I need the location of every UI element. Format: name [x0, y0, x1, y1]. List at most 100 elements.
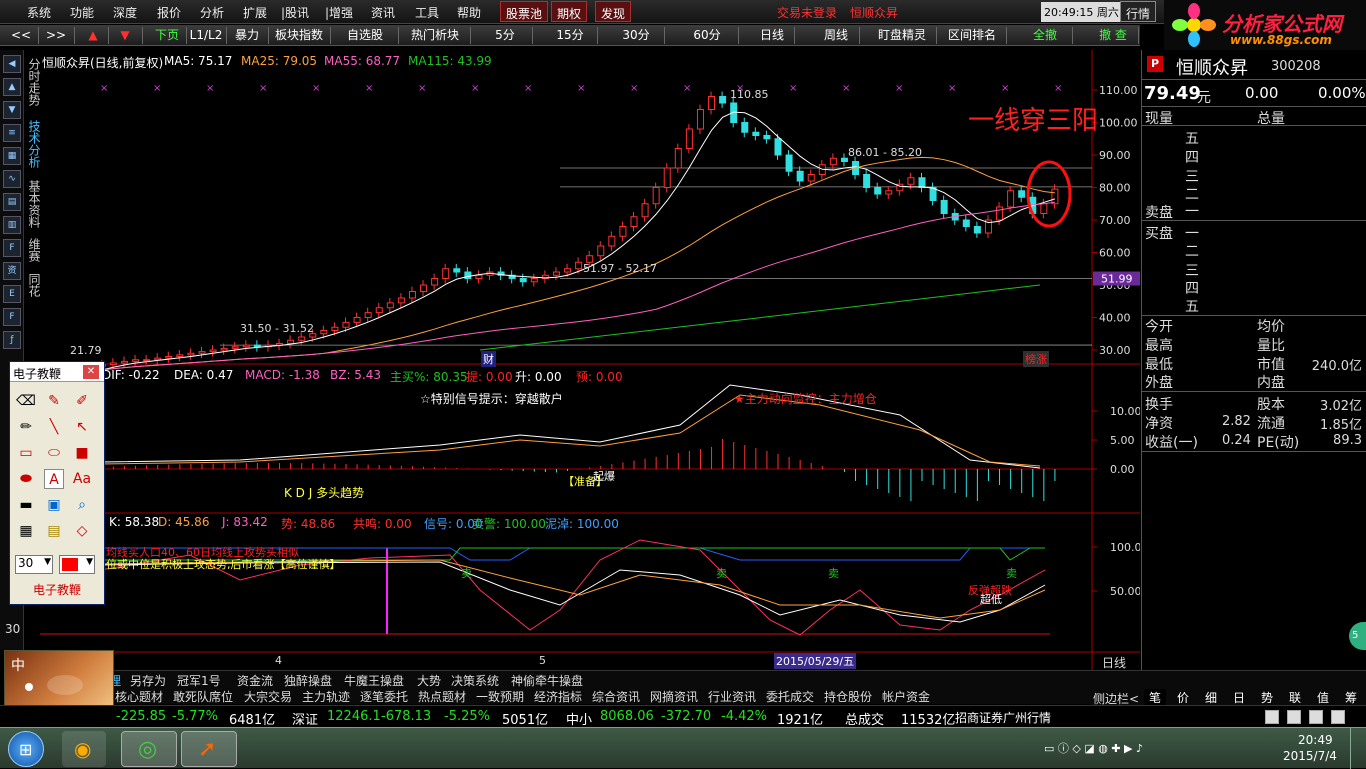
period-label[interactable]: 日线: [1102, 654, 1126, 671]
arrow-up-icon[interactable]: ▲: [3, 78, 21, 96]
chart-icon[interactable]: ≡: [3, 124, 21, 142]
taskbar-app-media[interactable]: ◉: [62, 731, 106, 767]
menu-discover[interactable]: 发现: [595, 1, 632, 22]
toolbar-l1-l2[interactable]: L1/L2: [188, 27, 224, 44]
menu-info[interactable]: 资讯: [371, 4, 395, 21]
status-icon-2[interactable]: [1287, 710, 1301, 724]
tab-trend[interactable]: 势: [1256, 689, 1278, 705]
candle-icon[interactable]: ▥: [3, 216, 21, 234]
toolbar-monitor[interactable]: 盯盘精灵: [870, 27, 934, 44]
line-icon[interactable]: ╲: [44, 417, 64, 437]
toolbar-next-page[interactable]: >>: [40, 27, 72, 44]
arrow-left-icon[interactable]: ◀: [3, 55, 21, 73]
funcbar-item[interactable]: 帐户资金: [882, 688, 930, 705]
toolbar-30min[interactable]: 30分: [610, 27, 662, 44]
toolbar-60min[interactable]: 60分: [678, 27, 736, 44]
tray-icons[interactable]: ▭ ⓘ ◇ ◪ ◍ ✚ ▶ ♪: [1044, 740, 1143, 756]
trade-status[interactable]: 交易未登录: [777, 4, 837, 21]
toolbar-up-button[interactable]: ▲: [80, 27, 106, 44]
rectangle-icon[interactable]: ▭: [16, 443, 36, 463]
funcbar-item[interactable]: 持仓股份: [824, 688, 872, 705]
side-bubble[interactable]: 5: [1349, 622, 1366, 650]
funcbar-item[interactable]: 主力轨迹: [302, 688, 350, 705]
kline-chart-area[interactable]: 110.00100.0090.0080.0070.0060.0050.0040.…: [40, 50, 1140, 684]
screenshot-icon[interactable]: ▣: [44, 495, 64, 515]
menu-system[interactable]: 系统: [27, 4, 51, 21]
toolbar-interval-rank[interactable]: 区间排名: [940, 27, 1004, 44]
status-icon-1[interactable]: [1265, 710, 1279, 724]
font-size-select[interactable]: 30 ▼: [15, 555, 53, 574]
line-chart-icon[interactable]: ∿: [3, 170, 21, 188]
status-icon-3[interactable]: [1309, 710, 1323, 724]
toolbar-daily[interactable]: 日线: [752, 27, 792, 44]
f12-icon[interactable]: F: [3, 308, 21, 326]
menu-depth[interactable]: 深度: [113, 4, 137, 21]
tab-daily[interactable]: 日: [1228, 689, 1250, 705]
news-icon[interactable]: E: [3, 285, 21, 303]
grid-icon[interactable]: ▦: [3, 147, 21, 165]
filled-ellipse-icon[interactable]: ⬬: [16, 469, 36, 489]
formula-icon[interactable]: ƒ: [3, 331, 21, 349]
show-desktop-button[interactable]: [1350, 728, 1366, 769]
funcbar-item[interactable]: 逐笔委托: [360, 688, 408, 705]
toolbar-cancel-query[interactable]: 撤 查: [1090, 27, 1136, 44]
start-button[interactable]: ⊞: [8, 731, 44, 767]
taskbar-app-stock[interactable]: ➚: [181, 731, 237, 767]
tab-price[interactable]: 价: [1172, 689, 1194, 705]
tab-intraday[interactable]: 分时走势: [25, 58, 41, 106]
text-icon[interactable]: A: [44, 469, 64, 489]
funcbar-item[interactable]: 网摘资讯: [650, 688, 698, 705]
filled-rect-icon[interactable]: ■: [72, 443, 92, 463]
finance-marker[interactable]: 财: [481, 351, 496, 367]
tab-detail[interactable]: 细: [1200, 689, 1222, 705]
funcbar-item[interactable]: 热点题材: [418, 688, 466, 705]
close-icon[interactable]: ✕: [83, 365, 99, 379]
toolbar-down-button[interactable]: ▼: [110, 27, 140, 44]
taskbar-app-browser[interactable]: ◎: [121, 731, 177, 767]
rank-marker[interactable]: 榜涨: [1023, 351, 1049, 367]
brush-icon[interactable]: ✐: [72, 391, 92, 411]
menu-function[interactable]: 功能: [70, 4, 94, 21]
funcbar-item[interactable]: 一致预期: [476, 688, 524, 705]
tab-value[interactable]: 值: [1312, 689, 1334, 705]
sz-label[interactable]: 深证: [292, 709, 318, 728]
menu-help[interactable]: 帮助: [457, 4, 481, 21]
menu-analysis[interactable]: 分析: [200, 4, 224, 21]
menu-stock-news[interactable]: |股讯: [281, 4, 309, 21]
menu-tools[interactable]: 工具: [415, 4, 439, 21]
menu-enhance[interactable]: |增强: [325, 4, 353, 21]
funcbar-item[interactable]: 行业资讯: [708, 688, 756, 705]
color-select[interactable]: ▼: [59, 555, 95, 574]
tab-tonghua[interactable]: 同花: [25, 273, 41, 297]
toolbar-page-down[interactable]: 下页: [150, 27, 184, 44]
magnifier-icon[interactable]: ⌕: [72, 495, 92, 515]
tab-fundamental[interactable]: 基本资料: [25, 180, 41, 228]
funcbar-item[interactable]: 核心题材: [115, 688, 163, 705]
funcbar-item[interactable]: 委托成交: [766, 688, 814, 705]
toolbar-weekly[interactable]: 周线: [815, 27, 857, 44]
tab-chips[interactable]: 筹: [1340, 689, 1362, 705]
line-width-icon[interactable]: ▬: [16, 495, 36, 515]
toolbar-cancel-all[interactable]: 全撤: [1020, 27, 1070, 44]
tab-trades[interactable]: 笔: [1144, 689, 1166, 705]
toolbar-15min[interactable]: 15分: [545, 27, 595, 44]
status-icon-4[interactable]: [1331, 710, 1345, 724]
arrow-down-icon[interactable]: ▼: [3, 101, 21, 119]
menu-quote[interactable]: 报价: [157, 4, 181, 21]
ellipse-icon[interactable]: ⬭: [44, 443, 64, 463]
diamond-icon[interactable]: ◇: [72, 521, 92, 541]
toolbar-baoli[interactable]: 暴力: [228, 27, 266, 44]
eraser-icon[interactable]: ⌫: [16, 391, 36, 411]
toolbar-watchlist[interactable]: 自选股: [334, 27, 396, 44]
arrow-icon[interactable]: ↖: [72, 417, 92, 437]
tab-linked[interactable]: 联: [1284, 689, 1306, 705]
f10-icon[interactable]: F: [3, 239, 21, 257]
text-style-icon[interactable]: Aa: [72, 469, 92, 489]
tab-technical[interactable]: 技术分析: [25, 120, 41, 168]
menu-stock-pool[interactable]: 股票池: [500, 1, 549, 22]
bar-chart-icon[interactable]: ▤: [3, 193, 21, 211]
toolbar-5min[interactable]: 5分: [480, 27, 530, 44]
menu-extend[interactable]: 扩展: [243, 4, 267, 21]
quote-button[interactable]: 行情: [1120, 1, 1157, 22]
funcbar-item[interactable]: 综合资讯: [592, 688, 640, 705]
